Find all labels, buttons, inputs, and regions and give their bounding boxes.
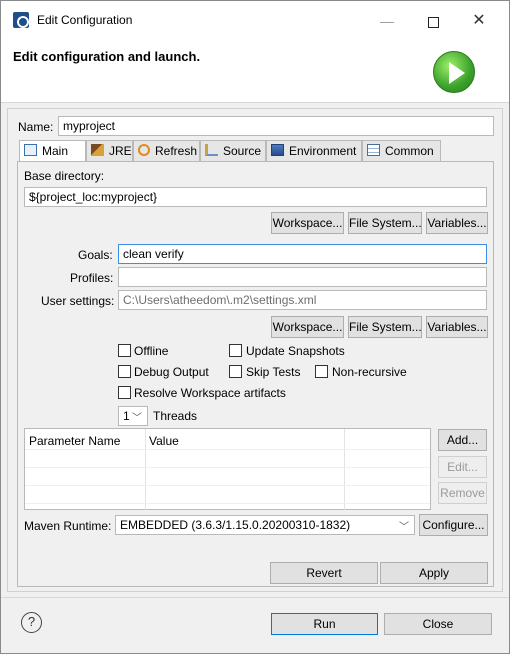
profiles-label: Profiles: [70,271,114,285]
settings-workspace-button[interactable]: Workspace... [271,316,344,338]
chevron-down-icon: ﹀ [132,413,142,424]
goals-label: Goals: [78,248,113,262]
name-field[interactable]: myproject [58,116,494,136]
jre-icon [91,144,104,156]
resolve-workspace-checkbox[interactable] [118,386,131,399]
refresh-icon [138,144,150,156]
resolve-workspace-label: Resolve Workspace artifacts [134,386,286,400]
column-header-value[interactable]: Value [149,434,179,448]
non-recursive-checkbox[interactable] [315,365,328,378]
non-recursive-label: Non-recursive [332,365,407,379]
tab-jre-label: JRE [109,144,132,158]
tab-main-label: Main [42,144,69,158]
apply-button[interactable]: Apply [380,562,488,584]
tab-common-label: Common [385,144,434,158]
goals-field[interactable]: clean verify [118,244,487,264]
banner-title: Edit configuration and launch. [13,49,201,64]
maximize-button[interactable] [413,7,453,35]
maven-runtime-select[interactable]: EMBEDDED (3.6.3/1.15.0.20200310-1832) ﹀ [115,515,415,535]
tab-main[interactable]: Main [19,140,86,162]
chevron-down-icon: ﹀ [399,522,409,533]
column-header-parameter-name[interactable]: Parameter Name [29,434,120,448]
offline-checkbox[interactable] [118,344,131,357]
minimize-button[interactable]: — [367,7,407,35]
tab-refresh[interactable]: Refresh [133,140,200,161]
header-banner: Edit configuration and launch. [1,41,509,103]
run-launch-icon [433,51,475,93]
main-tab-icon [24,144,37,156]
configure-button[interactable]: Configure... [419,514,488,536]
threads-select[interactable]: 1 ﹀ [118,406,148,426]
variables-button[interactable]: Variables... [426,212,488,234]
remove-parameter-button[interactable]: Remove [438,482,487,504]
user-settings-label: User settings: [41,294,115,308]
tab-source-label: Source [223,144,262,158]
revert-button[interactable]: Revert [270,562,378,584]
footer-separator [1,597,509,598]
title-bar: Edit Configuration — ✕ [1,1,509,41]
close-button[interactable]: Close [384,613,492,635]
edit-parameter-button[interactable]: Edit... [438,456,487,478]
debug-output-label: Debug Output [134,365,209,379]
eclipse-app-icon [13,12,29,28]
maximize-icon [427,16,439,28]
add-parameter-button[interactable]: Add... [438,429,487,451]
window-title: Edit Configuration [37,13,133,27]
settings-file-system-button[interactable]: File System... [348,316,422,338]
common-icon [367,144,380,156]
parameters-table[interactable]: Parameter Name Value [24,428,431,511]
profiles-field[interactable] [118,267,487,287]
skip-tests-label: Skip Tests [246,365,301,379]
workspace-button[interactable]: Workspace... [271,212,344,234]
tab-refresh-label: Refresh [155,144,198,158]
update-snapshots-checkbox[interactable] [229,344,242,357]
maven-runtime-value: EMBEDDED (3.6.3/1.15.0.20200310-1832) [120,518,351,532]
file-system-button[interactable]: File System... [348,212,422,234]
offline-label: Offline [134,344,169,358]
help-icon[interactable]: ? [21,612,42,633]
tab-jre[interactable]: JRE [86,140,133,161]
update-snapshots-label: Update Snapshots [246,344,345,358]
close-window-button[interactable]: ✕ [459,7,499,35]
skip-tests-checkbox[interactable] [229,365,242,378]
source-icon [205,144,218,156]
edit-configuration-dialog: Edit Configuration — ✕ Edit configuratio… [0,0,510,654]
tab-environment[interactable]: Environment [266,140,362,161]
tab-environment-label: Environment [289,144,357,158]
tab-common[interactable]: Common [362,140,441,161]
tab-source[interactable]: Source [200,140,266,161]
base-directory-label: Base directory: [24,169,105,183]
environment-icon [271,144,284,156]
maven-runtime-label: Maven Runtime: [24,519,112,533]
configuration-panel: Name: myproject Main JRE Refresh Source … [7,108,503,592]
run-button[interactable]: Run [271,613,378,635]
threads-label: Threads [153,409,198,423]
user-settings-field[interactable]: C:\Users\atheedom\.m2\settings.xml [118,290,487,310]
threads-value: 1 [123,409,130,423]
settings-variables-button[interactable]: Variables... [426,316,488,338]
base-directory-field[interactable]: ${project_loc:myproject} [24,187,487,207]
debug-output-checkbox[interactable] [118,365,131,378]
name-label: Name: [18,120,54,134]
